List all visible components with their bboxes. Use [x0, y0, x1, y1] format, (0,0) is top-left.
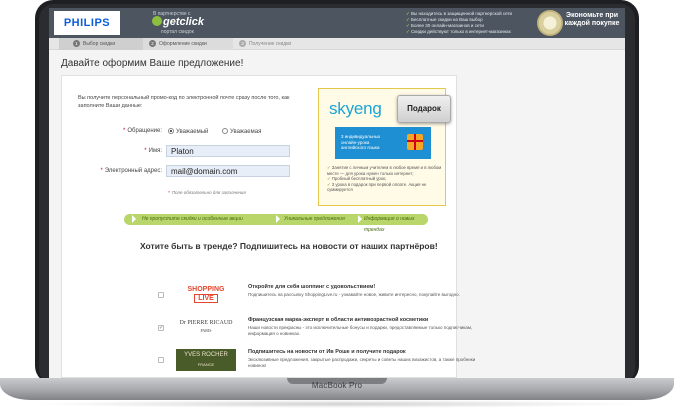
pierre-ricaud-logo: Dr PIERRE RICAUD PARIS: [179, 320, 233, 333]
ribbon-item: Не пропустите скидки и особенные акции: [142, 216, 243, 222]
name-input[interactable]: [166, 145, 290, 157]
required-hint: * Поле обязательно для заполнения: [168, 190, 246, 195]
subscription-title: Французская марка-эксперт в области анти…: [248, 317, 429, 323]
subscription-item: YVES ROCHER FRANCE Подпишитесь на новости…: [158, 349, 475, 378]
shoppinglive-checkbox[interactable]: [158, 292, 164, 298]
subscribe-title: Хотите быть в тренде? Подпишитесь на нов…: [140, 241, 438, 251]
email-label: * Электронный адрес:: [100, 168, 162, 174]
benefit-item: Занятия с личным учителем в любое время …: [327, 165, 443, 176]
progress-steps: 1 Выбор скидки 2 Оформление скидки 3 Получе…: [49, 38, 625, 50]
salutation-label: * Обращение:: [123, 128, 162, 134]
step-number: 3: [239, 40, 246, 47]
step-2: 2 Оформление скидки: [143, 38, 233, 50]
ribbon-item: Уникальные предложения: [284, 216, 345, 222]
form-intro: Вы получите персональный промо-код по эл…: [78, 95, 290, 109]
subscription-item: ✓ Dr PIERRE RICAUD PARIS Французская марк…: [158, 317, 472, 349]
radio-empty-icon: [222, 128, 228, 134]
skyeng-banner[interactable]: 3 индивидуальных онлайн-урока английског…: [335, 127, 431, 159]
getclick-logo[interactable]: getclick: [151, 16, 204, 28]
subscription-desc: Наши новости прекрасны - это исключитель…: [248, 325, 473, 336]
getclick-dot-icon: [152, 16, 162, 26]
step-3: 3 Получение скидки: [233, 38, 333, 50]
chevron-right-icon: [132, 215, 136, 223]
benefits-ribbon: Не пропустите скидки и особенные акции У…: [124, 214, 428, 233]
economy-slogan: Экономьте при каждой покупке: [564, 12, 620, 27]
header-features: Вы находитесь в защищенной партнерской с…: [406, 11, 512, 35]
step-number: 1: [73, 40, 80, 47]
radio-selected-icon: [168, 128, 174, 134]
offer-panel: Вы получите персональный промо-код по эл…: [61, 75, 475, 378]
gift-button[interactable]: Подарок: [397, 95, 451, 123]
skyeng-logo: skyeng: [329, 99, 382, 118]
salutation-option-female[interactable]: Уважаемая: [222, 128, 261, 135]
device-label: MacBook Pro: [311, 381, 363, 390]
philips-logo[interactable]: PHILIPS: [54, 11, 120, 35]
skyeng-offer[interactable]: skyeng Подарок 3 индивидуальных онлайн-у…: [318, 88, 451, 206]
benefit-item: 3 урока в подарок при первой оплате. Акц…: [327, 182, 443, 193]
step-1: 1 Выбор скидки: [59, 38, 143, 50]
partner-subtitle: портал скидок: [161, 29, 194, 35]
step-number: 2: [149, 40, 156, 47]
name-label: * Имя:: [144, 148, 162, 154]
quality-seal-icon: [537, 10, 563, 36]
subscription-title: Подпишитесь на новости от Ив Роше и полу…: [248, 349, 406, 355]
offer-benefits: Занятия с личным учителем в любое время …: [327, 165, 443, 193]
browser-screen: PHILIPS В партнерстве с getclick портал …: [49, 8, 625, 378]
chevron-right-icon: [358, 215, 362, 223]
subscription-item: SHOPPING LIVE Откройте для себя шоппинг с…: [158, 284, 460, 316]
gift-box-icon: [407, 134, 423, 150]
feature-item: Скидки действуют только в интернет-магаз…: [406, 29, 512, 35]
ribbon-item: Информация о новых трендах: [364, 216, 415, 233]
chevron-right-icon: [276, 215, 280, 223]
subscription-desc: Подпишитесь на рассылку ShoppingLive.ru …: [248, 292, 460, 297]
laptop-frame: PHILIPS В партнерстве с getclick портал …: [0, 0, 674, 410]
subscription-desc: Эксклюзивные предложения, закрытые распр…: [248, 357, 476, 368]
ricaud-checkbox[interactable]: ✓: [158, 325, 164, 331]
page-title: Давайте оформим Ваше предложение!: [61, 58, 244, 69]
yves-rocher-logo: YVES ROCHER FRANCE: [176, 349, 236, 371]
site-header: PHILIPS В партнерстве с getclick портал …: [49, 8, 625, 38]
shoppinglive-logo: SHOPPING LIVE: [187, 286, 225, 303]
email-input[interactable]: [166, 165, 290, 177]
subscription-title: Откройте для себя шоппинг с удовольствие…: [248, 284, 376, 290]
salutation-option-male[interactable]: Уважаемый: [168, 128, 208, 135]
laptop-shadow: [30, 400, 644, 408]
yves-rocher-checkbox[interactable]: [158, 357, 164, 363]
banner-text: 3 индивидуальных онлайн-урока английског…: [341, 134, 381, 150]
